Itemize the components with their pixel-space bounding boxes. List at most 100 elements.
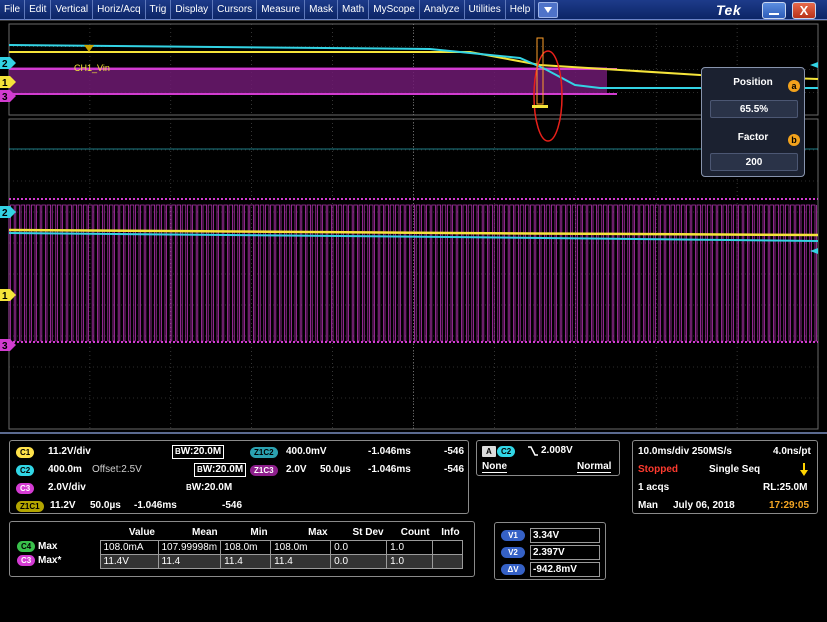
menu-horiz-acq[interactable]: Horiz/Acq xyxy=(93,0,146,20)
header-stdev: St Dev xyxy=(352,527,384,539)
cursor-v1-value: 3.34V xyxy=(530,528,600,543)
trigger-mode: Normal xyxy=(577,461,612,473)
close-icon: X xyxy=(799,3,809,18)
row1-info xyxy=(432,539,464,555)
cursor-dv-value: -942.8mV xyxy=(530,562,600,577)
row2-count: 1.0 xyxy=(386,553,434,569)
z1c3-position: -1.046ms xyxy=(368,464,411,475)
minimize-icon xyxy=(769,12,779,15)
trigger-source-badge: C2 xyxy=(497,446,516,457)
cursor-marker xyxy=(532,105,548,108)
z1c2-badge[interactable]: Z1C2 xyxy=(250,447,278,458)
z1c2-position: -1.046ms xyxy=(368,446,411,457)
row2-stdev: 0.0 xyxy=(330,553,388,569)
brand-logo: Tek xyxy=(716,2,742,18)
waveform-display[interactable]: 2 1 3 2 1 3 CH1_Vin Position a 65.5% Factor b… xyxy=(0,20,827,432)
menu-dropdown-button[interactable] xyxy=(538,1,559,18)
z1c2-count: -546 xyxy=(444,446,465,457)
measurement-panel[interactable]: Value Mean Min Max St Dev Count Info C4 … xyxy=(9,521,475,577)
cursor-v1-row: V1 3.34V xyxy=(501,528,600,543)
menu-measure[interactable]: Measure xyxy=(257,0,306,20)
row2-mean: 11.4 xyxy=(157,553,222,569)
acq-count: 1 acqs xyxy=(638,482,670,493)
close-button[interactable]: X xyxy=(792,2,816,19)
channel-settings-panel[interactable]: C1 11.2V/div BW:20.0M C2 400.0m Offset:2… xyxy=(9,440,469,514)
ch1-badge[interactable]: C1 xyxy=(16,447,35,458)
row2-channel-badge: C3 xyxy=(17,555,36,567)
zoom-marker xyxy=(84,45,94,52)
ch1-main-marker-label: 1 xyxy=(2,291,8,302)
acquisition-panel[interactable]: 10.0ms/div 250MS/s 4.0ns/pt Stopped Sing… xyxy=(632,440,818,514)
z1c1-scale: 11.2V xyxy=(50,500,76,511)
table-row[interactable]: C3 Max* 11.4V 11.4 11.4 11.4 0.0 1.0 xyxy=(14,553,464,569)
menu-math[interactable]: Math xyxy=(338,0,370,20)
menu-myscope[interactable]: MyScope xyxy=(369,0,420,20)
menu-trig[interactable]: Trig xyxy=(146,0,172,20)
acq-time: 17:29:05 xyxy=(769,500,810,511)
ch3-badge[interactable]: C3 xyxy=(16,483,35,494)
position-value[interactable]: 65.5% xyxy=(710,100,798,118)
ch1-bandwidth: BW:20.0M xyxy=(172,445,225,459)
ch3-zoom-marker-label: 3 xyxy=(2,92,8,103)
timebase: 10.0ms/div 250MS/s xyxy=(638,446,732,457)
row2-min: 11.4 xyxy=(220,553,272,569)
trigger-a-badge: A xyxy=(482,446,496,457)
ch3-main-marker-label: 3 xyxy=(2,341,8,352)
header-count: Count xyxy=(400,527,430,539)
acq-seq: Single Seq xyxy=(709,464,761,475)
download-arrow-icon xyxy=(800,463,808,476)
cursor-v2-badge: V2 xyxy=(501,547,525,558)
row1-name: Max xyxy=(38,541,58,553)
header-value: Value xyxy=(128,527,155,539)
table-row[interactable]: C4 Max 108.0mA 107.99998m 108.0m 108.0m … xyxy=(14,539,464,555)
row1-min: 108.0m xyxy=(220,539,272,555)
menu-cursors[interactable]: Cursors xyxy=(213,0,258,20)
menu-vertical[interactable]: Vertical xyxy=(51,0,94,20)
knob-b-icon: b xyxy=(788,134,800,146)
ch2-bandwidth: BW:20.0M xyxy=(194,463,247,477)
ch1-scale: 11.2V/div xyxy=(48,446,91,457)
menu-analyze[interactable]: Analyze xyxy=(420,0,465,20)
factor-value[interactable]: 200 xyxy=(710,153,798,171)
row1-stdev: 0.0 xyxy=(330,539,388,555)
cursor-v2-row: V2 2.397V xyxy=(501,545,600,560)
ch3-bandwidth: BW:20.0M xyxy=(186,482,233,493)
chevron-down-icon xyxy=(544,6,553,13)
menu-mask[interactable]: Mask xyxy=(305,0,338,20)
record-length: RL:25.0M xyxy=(763,482,808,493)
menu-utilities[interactable]: Utilities xyxy=(465,0,506,20)
acq-state: Stopped xyxy=(638,464,678,475)
menu-edit[interactable]: Edit xyxy=(25,0,52,20)
row1-channel-badge: C4 xyxy=(17,541,36,553)
minimize-button[interactable] xyxy=(762,2,786,19)
acq-date: July 06, 2018 xyxy=(673,500,735,511)
measurement-table: Value Mean Min Max St Dev Count Info C4 … xyxy=(14,526,464,569)
ch2-zoom-marker-label: 2 xyxy=(2,59,8,70)
ch3-scale: 2.0V/div xyxy=(48,482,86,493)
menu-display[interactable]: Display xyxy=(171,0,214,20)
row1-max: 108.0m xyxy=(270,539,332,555)
ch3-main-trace xyxy=(8,204,817,342)
row2-max: 11.4 xyxy=(270,553,332,569)
row1-value: 108.0mA xyxy=(99,539,159,555)
readout-area: C1 11.2V/div BW:20.0M C2 400.0m Offset:2… xyxy=(0,432,827,622)
trigger-panel[interactable]: A C2 2.008V None Normal xyxy=(476,440,620,476)
menu-bar: File Edit Vertical Horiz/Acq Trig Displa… xyxy=(0,0,827,20)
cursor-v1-badge: V1 xyxy=(501,530,525,541)
menu-help[interactable]: Help xyxy=(506,0,536,20)
z1c2-scale: 400.0mV xyxy=(286,446,327,457)
menu-file[interactable]: File xyxy=(0,0,26,20)
acq-mode: Man xyxy=(638,500,658,511)
row1-mean: 107.99998m xyxy=(157,539,222,555)
ch2-badge[interactable]: C2 xyxy=(16,465,35,476)
cursor-readout-panel[interactable]: V1 3.34V V2 2.397V ΔV -942.8mV xyxy=(494,522,606,580)
z1c1-badge[interactable]: Z1C1 xyxy=(16,501,44,512)
header-info: Info xyxy=(441,527,460,539)
cursor-v2-value: 2.397V xyxy=(530,545,600,560)
ch1-zoom-marker-label: 1 xyxy=(2,78,8,89)
zoom-position-panel: Position a 65.5% Factor b 200 xyxy=(701,67,805,177)
row2-value: 11.4V xyxy=(99,553,159,569)
z1c3-scale: 2.0V xyxy=(286,464,307,475)
z1c3-count: -546 xyxy=(444,464,465,475)
z1c3-badge[interactable]: Z1C3 xyxy=(250,465,278,476)
